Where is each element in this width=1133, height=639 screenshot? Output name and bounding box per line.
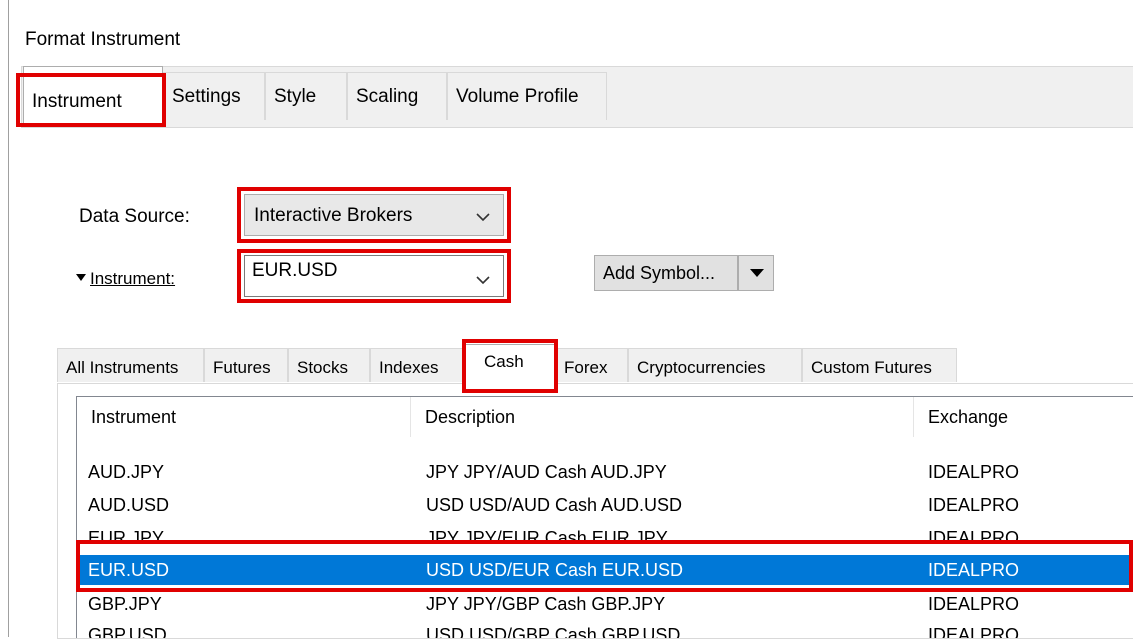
data-source-label: Data Source:: [79, 206, 190, 227]
tab-futures[interactable]: Futures: [204, 348, 288, 382]
instrument-label: Instrument:: [90, 269, 176, 288]
tab-settings[interactable]: Settings: [163, 72, 265, 120]
data-source-value: Interactive Brokers: [254, 205, 413, 226]
cell-exchange: IDEALPRO: [928, 495, 1020, 515]
tab-cash[interactable]: Cash: [463, 344, 555, 384]
tab-stocks[interactable]: Stocks: [288, 348, 370, 382]
triangle-down-icon: [76, 274, 86, 281]
tab-instrument[interactable]: Instrument: [23, 66, 163, 124]
table-row[interactable]: EUR.JPY JPY JPY/EUR Cash EUR.JPY IDEALPR…: [77, 527, 1133, 543]
window-left-border: [8, 0, 9, 637]
add-symbol-label: Add Symbol...: [603, 263, 716, 283]
cell-instrument: AUD.USD: [88, 495, 170, 515]
main-tab-strip: Settings Style Scaling Volume Profile In…: [21, 66, 1133, 128]
table-row-selected[interactable]: EUR.USD USD USD/EUR Cash EUR.USD IDEALPR…: [77, 555, 1133, 585]
instrument-combo[interactable]: EUR.USD: [244, 255, 504, 297]
cell-description: USD USD/GBP Cash GBP.USD: [426, 625, 681, 638]
data-source-dropdown[interactable]: Interactive Brokers: [244, 194, 504, 236]
add-symbol-button[interactable]: Add Symbol...: [594, 255, 738, 291]
cell-description: JPY JPY/EUR Cash EUR.JPY: [426, 528, 668, 543]
table-row[interactable]: AUD.JPY JPY JPY/AUD Cash AUD.JPY IDEALPR…: [77, 461, 1133, 483]
cell-exchange: IDEALPRO: [928, 625, 1020, 638]
column-header-description[interactable]: Description: [411, 397, 914, 437]
tab-forex[interactable]: Forex: [555, 348, 628, 382]
cell-description: JPY JPY/AUD Cash AUD.JPY: [426, 462, 667, 482]
cell-instrument: GBP.USD: [88, 625, 167, 638]
column-header-instrument[interactable]: Instrument: [77, 397, 411, 437]
column-header-exchange[interactable]: Exchange: [914, 397, 1133, 437]
tab-scaling[interactable]: Scaling: [347, 72, 447, 120]
cell-exchange: IDEALPRO: [928, 594, 1020, 614]
instrument-value: EUR.USD: [252, 260, 338, 281]
tab-all-instruments[interactable]: All Instruments: [57, 348, 204, 382]
tab-style[interactable]: Style: [265, 72, 347, 120]
cell-instrument: AUD.JPY: [88, 462, 165, 482]
instrument-list[interactable]: Instrument Description Exchange AUD.JPY …: [76, 396, 1133, 638]
cell-description: JPY JPY/GBP Cash GBP.JPY: [426, 594, 666, 614]
table-row[interactable]: GBP.JPY JPY JPY/GBP Cash GBP.JPY IDEALPR…: [77, 593, 1133, 615]
tab-cryptocurrencies[interactable]: Cryptocurrencies: [628, 348, 802, 382]
cell-exchange: IDEALPRO: [928, 528, 1020, 543]
add-symbol-menu-button[interactable]: [738, 255, 774, 291]
cell-instrument: GBP.JPY: [88, 594, 162, 614]
cell-exchange: IDEALPRO: [928, 462, 1020, 482]
cell-instrument: EUR.USD: [88, 560, 170, 580]
table-row[interactable]: GBP.USD USD USD/GBP Cash GBP.USD IDEALPR…: [77, 624, 1133, 638]
table-row[interactable]: AUD.USD USD USD/AUD Cash AUD.USD IDEALPR…: [77, 494, 1133, 516]
triangle-down-icon: [750, 269, 764, 277]
cell-description: USD USD/EUR Cash EUR.USD: [426, 560, 684, 580]
tab-custom-futures[interactable]: Custom Futures: [802, 348, 957, 382]
category-tab-strip: All Instruments Futures Stocks Indexes F…: [57, 344, 1133, 384]
chevron-down-icon: [476, 213, 490, 222]
tab-indexes[interactable]: Indexes: [370, 348, 463, 382]
chevron-down-icon: [476, 276, 490, 285]
window-title: Format Instrument: [25, 29, 181, 50]
cell-description: USD USD/AUD Cash AUD.USD: [426, 495, 683, 515]
tab-volume-profile[interactable]: Volume Profile: [447, 72, 607, 120]
cell-exchange: IDEALPRO: [928, 560, 1020, 580]
cell-instrument: EUR.JPY: [88, 528, 165, 543]
